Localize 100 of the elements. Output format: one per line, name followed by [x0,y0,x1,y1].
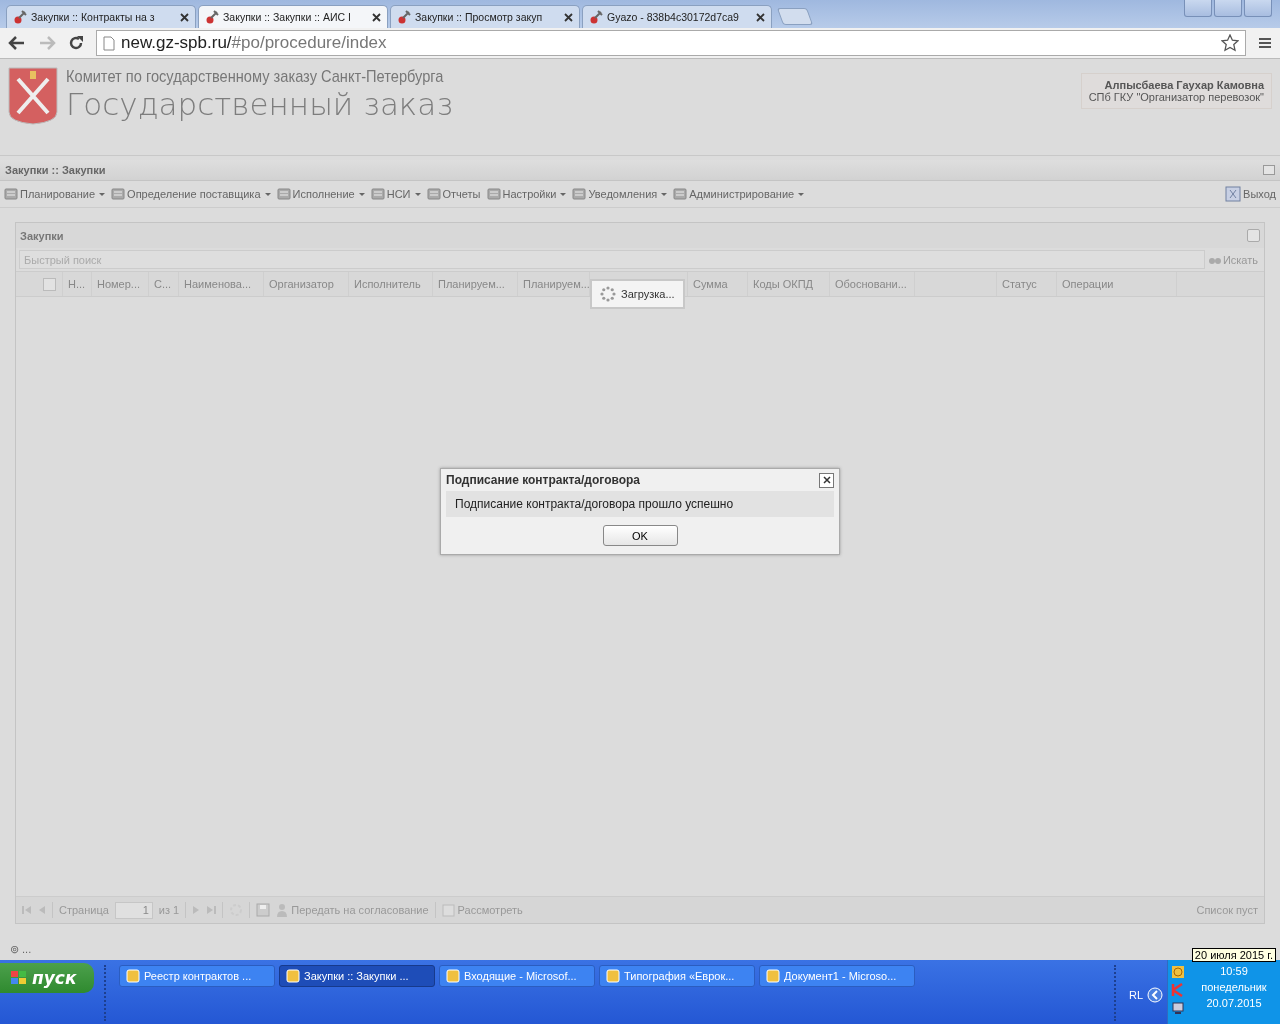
document-icon [441,903,455,917]
date: 20.07.2015 [1206,997,1262,1009]
column-header[interactable]: Операции [1062,278,1114,290]
page-count: из 1 [158,904,180,916]
close-icon[interactable] [180,12,189,22]
menu-item-icon [370,187,385,201]
menu-item[interactable]: Определение поставщика [111,187,271,201]
loading-text: Загрузка... [621,288,675,300]
taskbar-button[interactable]: Реестр контрактов ... [119,965,275,987]
column-header[interactable]: С... [154,278,172,290]
panel-title: Закупки :: Закупки [5,164,106,176]
hammer-icon [397,10,411,24]
menu-item[interactable]: Планирование [4,187,106,201]
browser-tab[interactable]: Gyazo - 838b4c30172d7ca9 [582,5,772,28]
page-field[interactable]: 1 [114,901,153,919]
menu-item[interactable]: Отчеты [426,187,481,201]
page-label: Страница [59,904,109,916]
menu-item[interactable]: Администрирование [673,187,805,201]
tab-title: Закупки :: Закупки :: АИС I [223,11,352,23]
menu-item[interactable]: Исполнение [276,187,365,201]
dialog-message: Подписание контракта/договора прошло успешно [446,491,834,517]
save-icon[interactable] [256,903,271,917]
date-tooltip: 20 июля 2015 г. [1191,948,1276,962]
logout-link[interactable]: Выход [1225,186,1276,202]
menu-item[interactable]: Настройки [486,187,567,201]
menu-item-icon [111,187,126,201]
app-icon [446,969,460,983]
send-for-approval-button[interactable]: Передать на согласование [276,903,429,917]
menu-item[interactable]: НСИ [370,187,421,201]
tab-title: Gyazo - 838b4c30172d7ca9 [607,11,740,23]
column-header[interactable]: Статус [1002,278,1037,290]
column-header[interactable]: Обосновани... [835,278,907,290]
taskbar-button[interactable]: Закупки :: Закупки ... [279,965,435,987]
clock-icon[interactable] [1171,965,1185,979]
column-header[interactable]: Н... [68,278,86,290]
column-header[interactable]: Сумма [693,278,728,290]
user-organization: СПб ГКУ "Организатор перевозок" [1088,91,1264,103]
reload-icon[interactable] [68,35,84,51]
column-header[interactable]: Номер... [97,278,141,290]
review-button[interactable]: Рассмотреть [441,903,523,917]
person-icon [276,903,289,917]
grid-title: Закупки [20,229,64,242]
last-page-icon[interactable] [206,905,217,915]
previous-page-icon[interactable] [38,905,46,915]
hammer-icon [589,10,603,24]
menu-item-icon [572,187,587,201]
menu-item[interactable]: Уведомления [572,187,668,201]
close-icon [822,476,831,484]
computer-icon[interactable] [1171,1001,1185,1015]
close-icon[interactable] [564,12,573,22]
coat-of-arms-icon [8,67,58,125]
empty-list-text: Список пуст [1196,904,1258,916]
browser-tab[interactable]: Закупки :: Контракты на з [6,5,196,28]
user-name: Алпысбаева Гаухар Камовна [1103,79,1264,91]
organization-name: Комитет по государственному заказу Санкт-Петербурга [66,67,445,87]
hammer-icon [205,10,219,24]
exit-icon [1225,186,1242,202]
first-page-icon[interactable] [22,905,32,915]
menu-item-icon [276,187,291,201]
next-page-icon[interactable] [192,905,201,915]
windows-logo-icon [10,970,28,986]
taskbar-button[interactable]: Входящие - Microsof... [439,965,595,987]
search-button[interactable]: Искать [1208,253,1261,266]
column-header[interactable]: Организатор [269,278,334,290]
address-bar[interactable]: new.gz-spb.ru/#po/procedure/index [96,30,1246,56]
collapse-button[interactable] [1263,165,1275,175]
status-text: ⊚ ... [10,942,32,956]
start-button[interactable]: пуск [0,963,94,993]
expand-tray-icon[interactable] [1147,987,1163,1003]
select-all-checkbox[interactable] [43,277,56,291]
taskbar-button[interactable]: Типография «Еврок... [599,965,755,987]
menu-item-icon [673,187,688,201]
spinner-icon [600,286,616,302]
tab-title: Закупки :: Просмотр закуп [415,11,544,23]
menu-item-icon [4,187,18,201]
close-icon[interactable] [372,12,381,22]
column-header[interactable]: Коды ОКПД [753,278,813,290]
taskbar-button[interactable]: Документ1 - Microso... [759,965,915,987]
star-icon[interactable] [1221,34,1239,52]
menu-item-icon [486,187,501,201]
page-icon [103,35,115,51]
app-icon [286,969,300,983]
ok-button[interactable]: OK [602,525,678,546]
browser-tab[interactable]: Закупки :: Закупки :: АИС I [198,5,388,28]
forward-icon[interactable] [38,35,56,51]
column-header[interactable]: Планируем... [523,278,590,290]
browser-tab[interactable]: Закупки :: Просмотр закуп [390,5,580,28]
menu-icon[interactable] [1258,36,1272,50]
app-icon [766,969,780,983]
back-icon[interactable] [8,35,26,51]
close-icon[interactable] [756,12,765,22]
language-indicator[interactable]: RL [1128,989,1143,1001]
app-icon [126,969,140,983]
column-header[interactable]: Исполнитель [354,278,421,290]
column-header[interactable]: Наименова... [184,278,252,290]
tab-title: Закупки :: Контракты на з [31,11,156,23]
app-icon [606,969,620,983]
menu-item-icon [426,187,441,201]
column-header[interactable]: Планируем... [438,278,505,290]
site-title: Государственный заказ [66,87,455,121]
